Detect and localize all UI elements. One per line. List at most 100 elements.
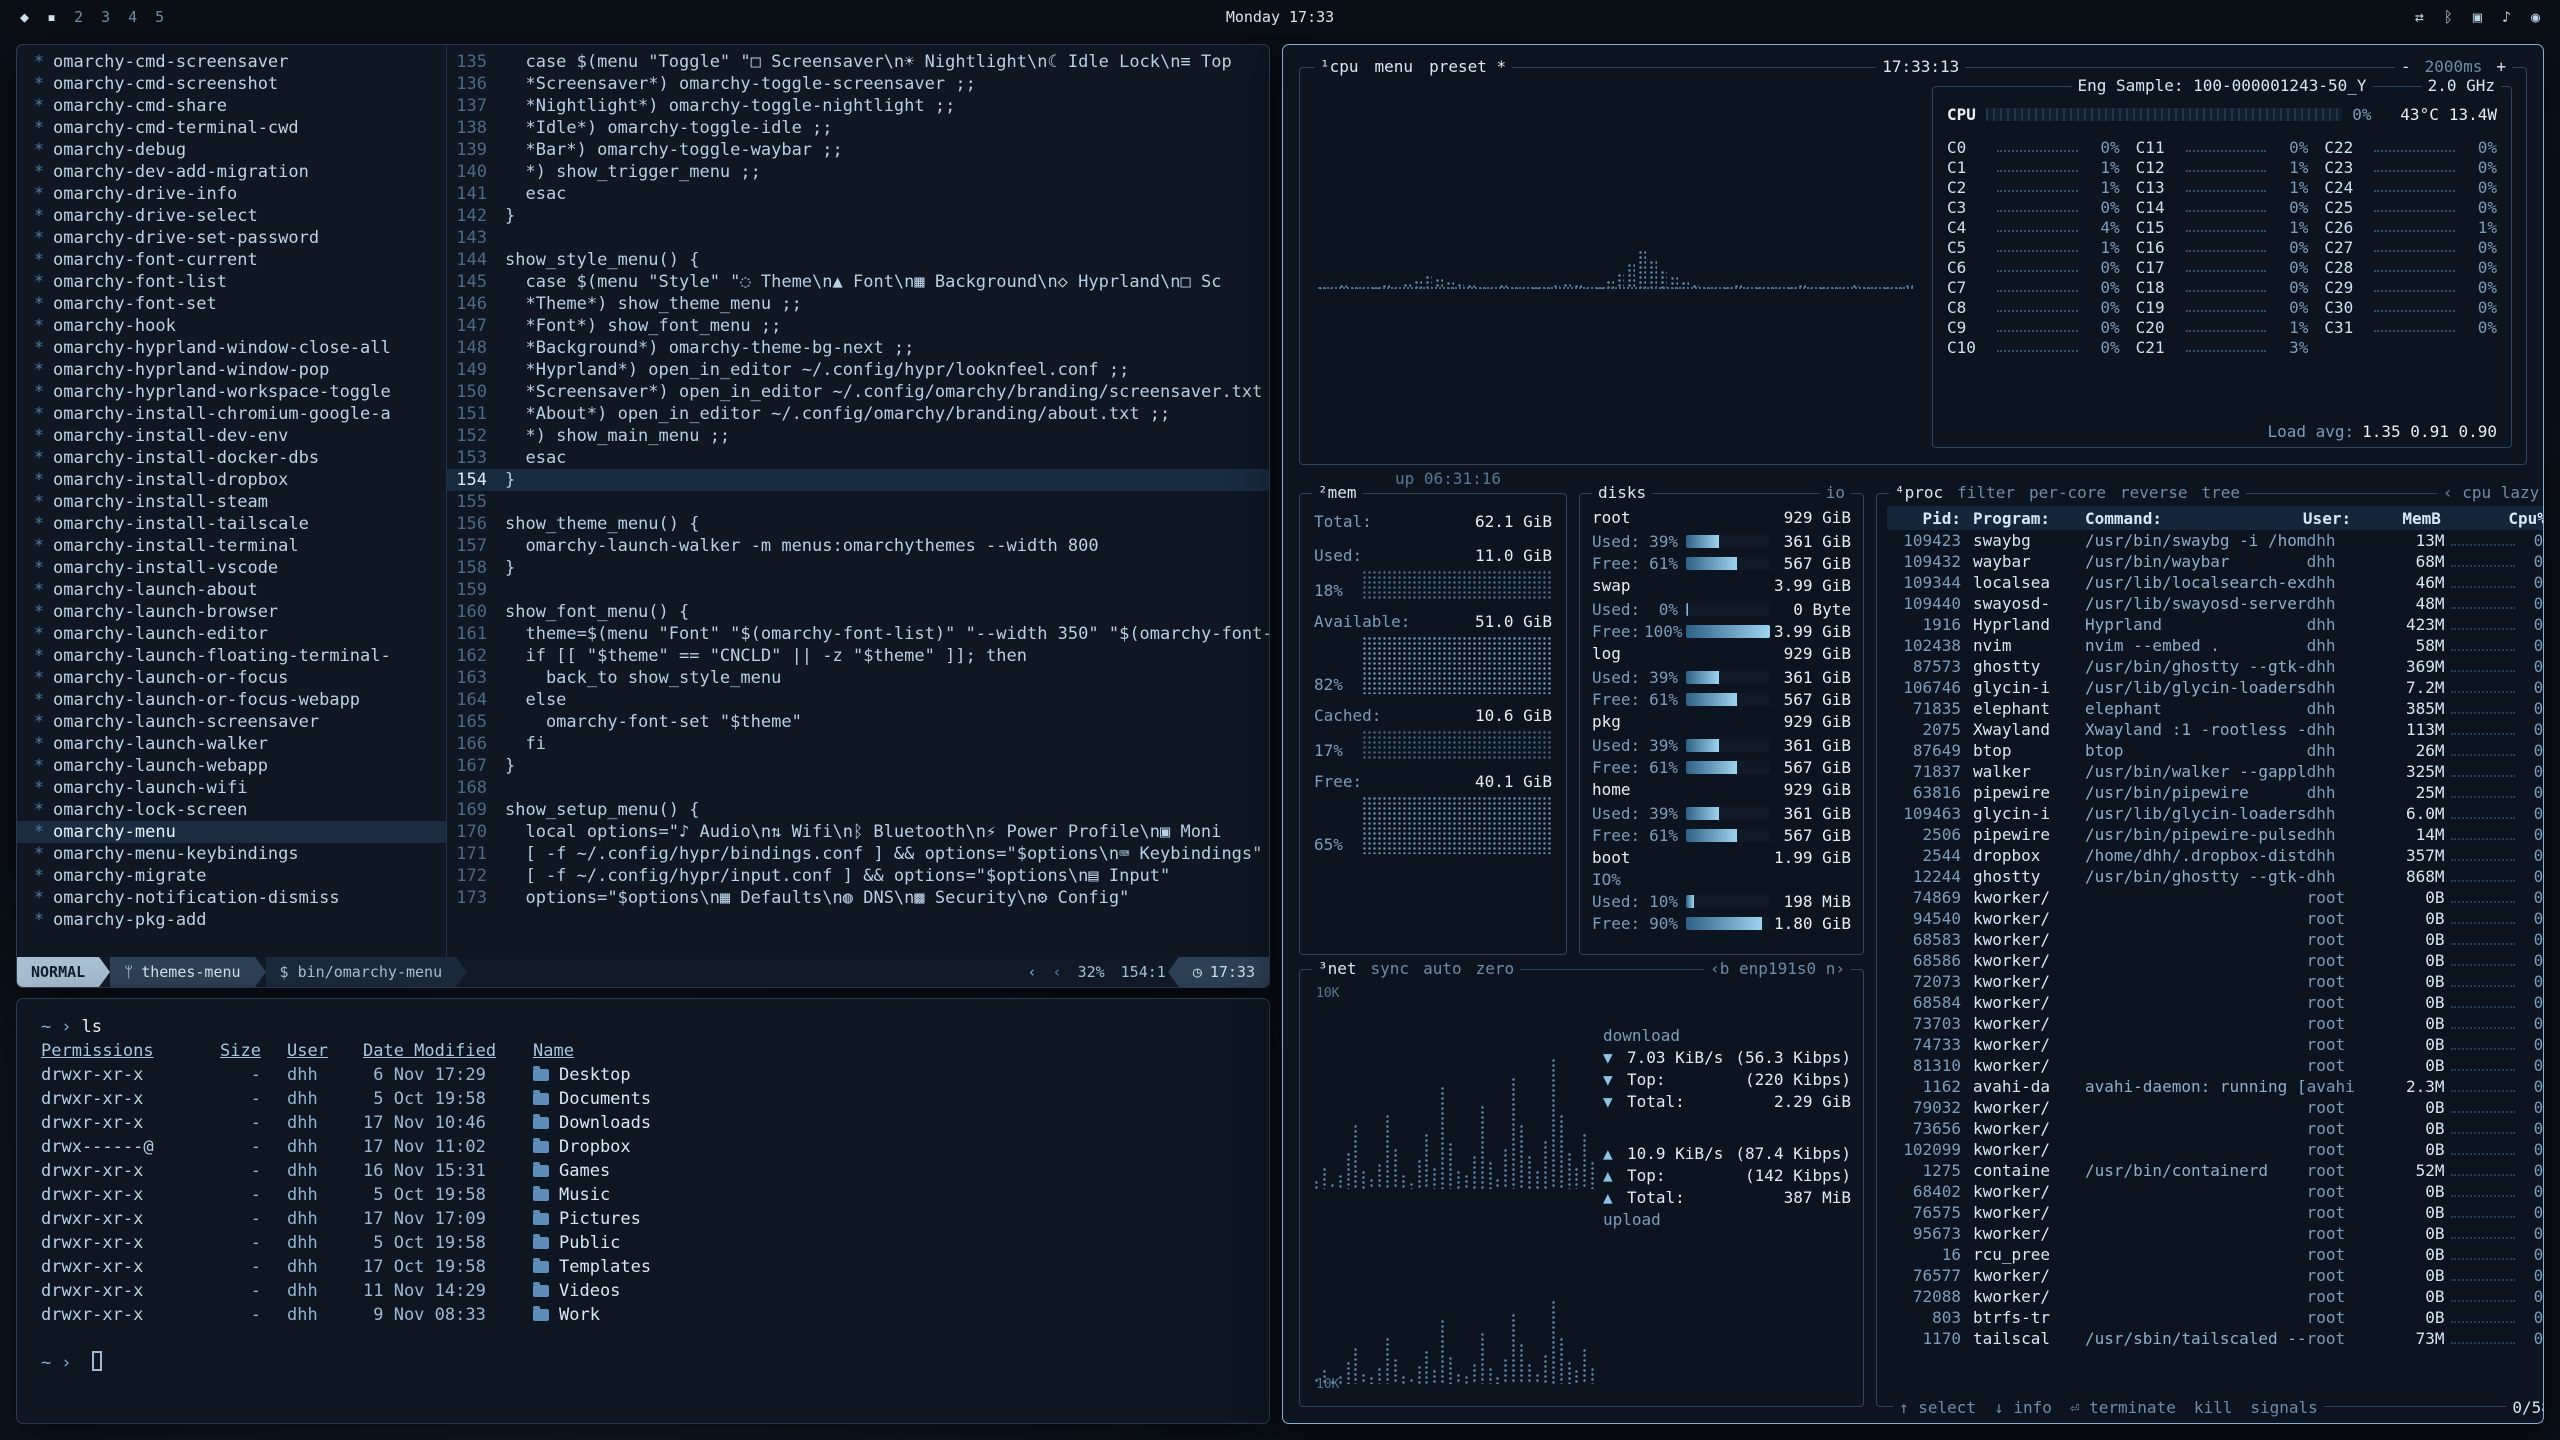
file-item[interactable]: * omarchy-hyprland-window-close-all: [17, 337, 446, 359]
file-item[interactable]: * omarchy-launch-about: [17, 579, 446, 601]
file-item[interactable]: * omarchy-drive-set-password: [17, 227, 446, 249]
file-item[interactable]: * omarchy-migrate: [17, 865, 446, 887]
interface-selector[interactable]: ‹b enp191s0 n›: [1710, 960, 1845, 978]
file-item[interactable]: * omarchy-launch-walker: [17, 733, 446, 755]
io-mode-label[interactable]: io: [1826, 484, 1845, 502]
file-item[interactable]: * omarchy-pkg-add: [17, 909, 446, 931]
process-row[interactable]: 109423 swaybg /usr/bin/swaybg -i /hom dh…: [1887, 530, 2544, 551]
process-row[interactable]: 72073 kworker/ root 0B 0.0: [1887, 971, 2544, 992]
process-row[interactable]: 109463 glycin-i /usr/lib/glycin-loaders …: [1887, 803, 2544, 824]
header-user[interactable]: User:: [2303, 509, 2379, 528]
process-row[interactable]: 1162 avahi-da avahi-daemon: running [ av…: [1887, 1076, 2544, 1097]
file-item[interactable]: * omarchy-install-tailscale: [17, 513, 446, 535]
file-item[interactable]: * omarchy-install-steam: [17, 491, 446, 513]
terminal-window[interactable]: ~ › ls Permissions Size User Date Modifi…: [16, 998, 1270, 1424]
process-row[interactable]: 81310 kworker/ root 0B 0.0: [1887, 1055, 2544, 1076]
process-row[interactable]: 2544 dropbox /home/dhh/.dropbox-dist dhh…: [1887, 845, 2544, 866]
memory-title[interactable]: ²mem: [1318, 484, 1357, 502]
process-row[interactable]: 109432 waybar /usr/bin/waybar dhh 68M 0.…: [1887, 551, 2544, 572]
file-item[interactable]: * omarchy-notification-dismiss: [17, 887, 446, 909]
proc-option[interactable]: filter: [1957, 484, 2015, 502]
workspace-icon[interactable]: ◆: [20, 8, 29, 26]
tray-icon[interactable]: ᛒ: [2444, 8, 2453, 26]
process-row[interactable]: 74733 kworker/ root 0B 0.0: [1887, 1034, 2544, 1055]
net-option[interactable]: sync: [1371, 960, 1410, 978]
process-row[interactable]: 102438 nvim nvim --embed . dhh 58M 0.0: [1887, 635, 2544, 656]
btop-tab[interactable]: ¹cpu: [1320, 58, 1359, 76]
header-pid[interactable]: Pid:: [1887, 509, 1973, 528]
process-row[interactable]: 803 btrfs-tr root 0B 0.0: [1887, 1307, 2544, 1328]
file-item[interactable]: * omarchy-hyprland-window-pop: [17, 359, 446, 381]
file-item[interactable]: * omarchy-lock-screen: [17, 799, 446, 821]
btop-tab[interactable]: preset *: [1429, 58, 1506, 76]
interval-minus-button[interactable]: -: [2401, 58, 2411, 76]
process-row[interactable]: 87573 ghostty /usr/bin/ghostty --gtk- dh…: [1887, 656, 2544, 677]
process-row[interactable]: 76577 kworker/ root 0B 0.0: [1887, 1265, 2544, 1286]
proc-footer-action[interactable]: ↓ info: [1994, 1398, 2052, 1417]
file-item[interactable]: * omarchy-install-docker-dbs: [17, 447, 446, 469]
process-row[interactable]: 76575 kworker/ root 0B 0.0: [1887, 1202, 2544, 1223]
workspace-number[interactable]: 5: [155, 8, 164, 26]
process-row[interactable]: 68586 kworker/ root 0B 0.0: [1887, 950, 2544, 971]
process-row[interactable]: 79032 kworker/ root 0B 0.0: [1887, 1097, 2544, 1118]
process-row[interactable]: 74869 kworker/ root 0B 0.0: [1887, 887, 2544, 908]
file-item[interactable]: * omarchy-menu: [17, 821, 446, 843]
interval-plus-button[interactable]: +: [2496, 58, 2506, 76]
disks-title[interactable]: disks: [1598, 484, 1646, 502]
process-row[interactable]: 94540 kworker/ root 0B 0.0: [1887, 908, 2544, 929]
file-item[interactable]: * omarchy-launch-browser: [17, 601, 446, 623]
btop-tab[interactable]: menu: [1375, 58, 1414, 76]
file-item[interactable]: * omarchy-launch-webapp: [17, 755, 446, 777]
file-item[interactable]: * omarchy-menu-keybindings: [17, 843, 446, 865]
workspace-number[interactable]: 3: [101, 8, 110, 26]
workspace-icon[interactable]: ▪: [47, 8, 56, 26]
file-item[interactable]: * omarchy-launch-or-focus-webapp: [17, 689, 446, 711]
header-command[interactable]: Command:: [2085, 509, 2303, 528]
file-item[interactable]: * omarchy-install-chromium-google-a: [17, 403, 446, 425]
process-row[interactable]: 1916 Hyprland Hyprland dhh 423M 0.0: [1887, 614, 2544, 635]
process-row[interactable]: 109440 swayosd- /usr/lib/swayosd-server …: [1887, 593, 2544, 614]
file-item[interactable]: * omarchy-drive-select: [17, 205, 446, 227]
file-item[interactable]: * omarchy-font-list: [17, 271, 446, 293]
net-option[interactable]: auto: [1423, 960, 1462, 978]
tray-icon[interactable]: ▣: [2473, 8, 2482, 26]
process-row[interactable]: 95673 kworker/ root 0B 0.0: [1887, 1223, 2544, 1244]
process-row[interactable]: 71837 walker /usr/bin/walker --gappl dhh…: [1887, 761, 2544, 782]
file-item[interactable]: * omarchy-hyprland-workspace-toggle: [17, 381, 446, 403]
tray-icon[interactable]: ⇄: [2415, 8, 2424, 26]
file-item[interactable]: * omarchy-drive-info: [17, 183, 446, 205]
file-item[interactable]: * omarchy-cmd-terminal-cwd: [17, 117, 446, 139]
file-item[interactable]: * omarchy-install-terminal: [17, 535, 446, 557]
file-item[interactable]: * omarchy-cmd-share: [17, 95, 446, 117]
file-item[interactable]: * omarchy-install-dev-env: [17, 425, 446, 447]
proc-option[interactable]: tree: [2201, 484, 2240, 502]
proc-option[interactable]: per-core: [2029, 484, 2106, 502]
proc-footer-action[interactable]: ↑ select: [1899, 1398, 1976, 1417]
process-row[interactable]: 102099 kworker/ root 0B 0.0: [1887, 1139, 2544, 1160]
proc-option[interactable]: reverse: [2120, 484, 2187, 502]
file-item[interactable]: * omarchy-font-current: [17, 249, 446, 271]
file-item[interactable]: * omarchy-launch-screensaver: [17, 711, 446, 733]
file-item[interactable]: * omarchy-launch-or-focus: [17, 667, 446, 689]
file-item[interactable]: * omarchy-dev-add-migration: [17, 161, 446, 183]
process-row[interactable]: 2506 pipewire /usr/bin/pipewire-pulse dh…: [1887, 824, 2544, 845]
file-item[interactable]: * omarchy-debug: [17, 139, 446, 161]
proc-header-row[interactable]: Pid: Program: Command: User: MemB Cpu% ↑: [1887, 506, 2544, 530]
header-program[interactable]: Program:: [1973, 509, 2085, 528]
tray-icon[interactable]: ◉: [2531, 8, 2540, 26]
proc-title[interactable]: ⁴proc: [1895, 484, 1943, 502]
file-item[interactable]: * omarchy-install-vscode: [17, 557, 446, 579]
file-item[interactable]: * omarchy-install-dropbox: [17, 469, 446, 491]
tray-icon[interactable]: ♪: [2502, 8, 2511, 26]
process-row[interactable]: 1275 containe /usr/bin/containerd root 5…: [1887, 1160, 2544, 1181]
process-row[interactable]: 63816 pipewire /usr/bin/pipewire dhh 25M…: [1887, 782, 2544, 803]
header-cpu[interactable]: Cpu%: [2505, 509, 2544, 528]
workspace-number[interactable]: 2: [74, 8, 83, 26]
proc-footer-action[interactable]: signals: [2250, 1398, 2317, 1417]
clock[interactable]: Monday 17:33: [1226, 8, 1334, 26]
process-row[interactable]: 73703 kworker/ root 0B 0.0: [1887, 1013, 2544, 1034]
file-item[interactable]: * omarchy-cmd-screenshot: [17, 73, 446, 95]
process-row[interactable]: 71835 elephant elephant dhh 385M 0.0: [1887, 698, 2544, 719]
header-memory[interactable]: MemB: [2379, 509, 2441, 528]
process-row[interactable]: 2075 Xwayland Xwayland :1 -rootless - dh…: [1887, 719, 2544, 740]
